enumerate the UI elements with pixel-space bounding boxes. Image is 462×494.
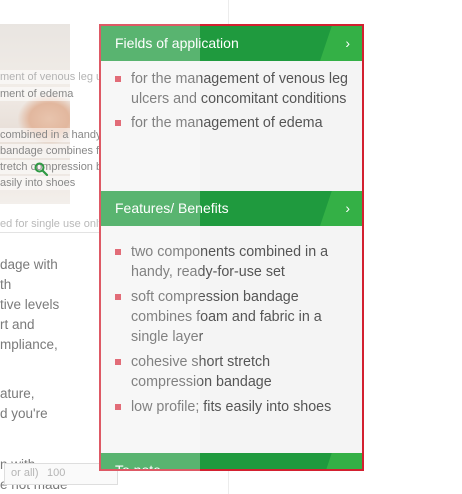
accordion-body-features-benefits: two components combined in a handy, read… bbox=[101, 226, 362, 453]
list-item: low profile; fits easily into shoes bbox=[113, 397, 354, 417]
quantity-label: or all) bbox=[11, 467, 39, 479]
body-text-line: tive levels bbox=[0, 297, 60, 312]
body-text-line: dage with bbox=[0, 257, 58, 272]
accordion-body-fields-of-application: for the management of venous leg ulcers … bbox=[101, 61, 362, 191]
bullet-square-icon bbox=[115, 359, 121, 365]
magnifier-icon[interactable] bbox=[34, 162, 48, 176]
application-list: for the management of venous leg ulcers … bbox=[113, 69, 354, 133]
bullet-square-icon bbox=[115, 294, 121, 300]
header-arrow-zone bbox=[320, 26, 362, 61]
bg-caption: asily into shoes bbox=[0, 176, 76, 190]
accordion-title: Features/ Benefits bbox=[115, 200, 229, 216]
chevron-down-icon[interactable]: ⌄ bbox=[339, 453, 350, 469]
features-list: two components combined in a handy, read… bbox=[113, 242, 354, 417]
list-item: for the management of edema bbox=[113, 113, 354, 133]
list-item-text: for the management of edema bbox=[131, 115, 323, 131]
quantity-value: 100 bbox=[47, 467, 66, 479]
list-item: for the management of venous leg ulcers … bbox=[113, 69, 354, 109]
accordion-header-features-benefits[interactable]: Features/ Benefits › bbox=[101, 191, 362, 226]
chevron-right-icon[interactable]: › bbox=[345, 26, 350, 61]
bg-caption: ment of edema bbox=[0, 87, 74, 101]
list-item-text: soft compression bandage combines foam a… bbox=[131, 289, 322, 345]
product-info-accordion: Fields of application › for the manageme… bbox=[99, 24, 364, 471]
list-item-text: two components combined in a handy, read… bbox=[131, 244, 329, 280]
accordion-title: To note bbox=[115, 462, 161, 471]
list-item: cohesive short stretch compression banda… bbox=[113, 352, 354, 392]
bullet-square-icon bbox=[115, 76, 121, 82]
accordion-title: Fields of application bbox=[115, 35, 239, 51]
bullet-square-icon bbox=[115, 404, 121, 410]
accordion-header-fields-of-application[interactable]: Fields of application › bbox=[101, 26, 362, 61]
bullet-square-icon bbox=[115, 120, 121, 126]
body-text-line: mpliance, bbox=[0, 337, 58, 352]
body-text-line: ature, bbox=[0, 386, 35, 401]
bullet-square-icon bbox=[115, 249, 121, 255]
header-arrow-zone bbox=[320, 191, 362, 226]
list-item: two components combined in a handy, read… bbox=[113, 242, 354, 282]
body-text-line: d you're bbox=[0, 406, 48, 421]
list-item: soft compression bandage combines foam a… bbox=[113, 287, 354, 347]
accordion-header-to-note[interactable]: To note ⌄ bbox=[101, 453, 362, 471]
list-item-text: for the management of venous leg ulcers … bbox=[131, 71, 348, 107]
chevron-right-icon[interactable]: › bbox=[345, 191, 350, 226]
body-text-line: rt and bbox=[0, 317, 35, 332]
body-text-line: th bbox=[0, 277, 12, 292]
list-item-text: cohesive short stretch compression banda… bbox=[131, 354, 272, 390]
list-item-text: low profile; fits easily into shoes bbox=[131, 399, 332, 415]
